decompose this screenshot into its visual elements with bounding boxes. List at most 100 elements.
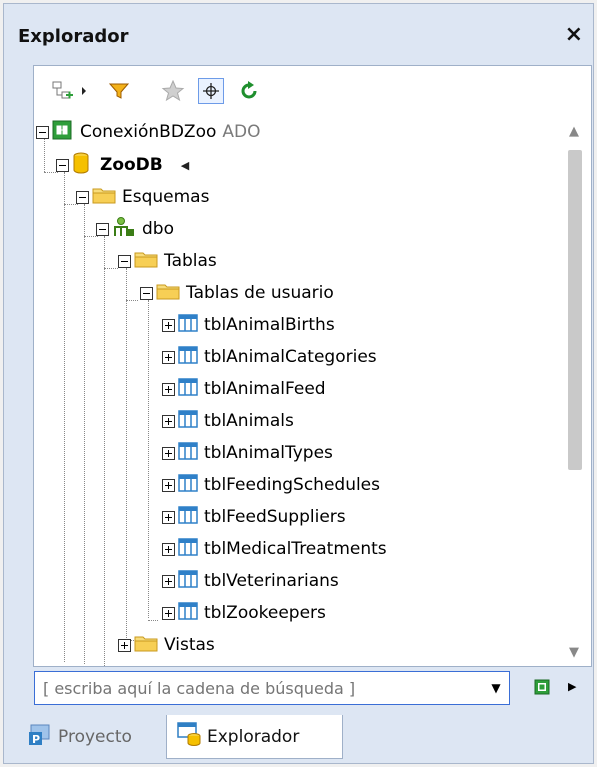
table-label: tblZookeepers — [204, 603, 326, 623]
search-dropdown-icon[interactable]: ▼ — [485, 675, 507, 701]
table-icon — [178, 313, 198, 338]
table-row[interactable]: tblFeedingSchedules — [162, 471, 380, 499]
expand-toggle[interactable] — [162, 574, 175, 588]
table-row[interactable]: tblAnimalTypes — [162, 439, 333, 467]
schema-label: dbo — [142, 219, 174, 239]
expand-toggle[interactable] — [162, 542, 175, 556]
table-label: tblVeterinarians — [204, 571, 339, 591]
table-label: tblFeedingSchedules — [204, 475, 381, 495]
table-row[interactable]: tblVeterinarians — [162, 567, 339, 595]
search-input[interactable] — [34, 671, 510, 705]
table-label: tblAnimalBirths — [204, 315, 335, 335]
explorer-window: Explorador × ConexiónBDZoo ADO ZooDB ◀ E… — [0, 0, 597, 767]
collapse-toggle[interactable] — [118, 254, 131, 268]
table-label: tblFeedSuppliers — [204, 507, 346, 527]
database-label: ZooDB — [100, 155, 163, 175]
tab-project[interactable]: P Proyecto — [28, 717, 132, 757]
panel-titlebar: Explorador × — [4, 4, 593, 64]
tab-explorer-label: Explorador — [207, 726, 300, 747]
search-bar: ▼ ▶ — [33, 667, 592, 711]
scroll-up-arrow-icon[interactable]: ▲ — [569, 124, 579, 139]
table-row[interactable]: tblFeedSuppliers — [162, 503, 346, 531]
tab-project-label: Proyecto — [58, 727, 132, 747]
connection-type: ADO — [222, 122, 261, 142]
table-icon — [178, 569, 198, 594]
folder-icon — [92, 185, 116, 210]
tab-explorer[interactable]: Explorador — [166, 715, 343, 759]
tree-node-tables[interactable]: Tablas — [118, 247, 217, 275]
svg-text:P: P — [32, 733, 40, 746]
favorite-star-icon[interactable] — [160, 78, 186, 104]
table-icon — [178, 473, 198, 498]
table-row[interactable]: tblAnimals — [162, 407, 294, 435]
expand-toggle[interactable] — [162, 606, 175, 620]
tree-node-user-tables[interactable]: Tablas de usuario — [140, 279, 334, 307]
table-label: tblAnimalTypes — [204, 443, 333, 463]
table-icon — [178, 377, 198, 402]
expand-toggle[interactable] — [162, 350, 175, 364]
database-tree: ConexiónBDZoo ADO ZooDB ◀ Esquemas dbo T… — [34, 118, 560, 666]
folder-icon — [156, 281, 180, 306]
collapse-toggle[interactable] — [56, 158, 69, 172]
connection-icon — [52, 120, 72, 145]
filter-icon[interactable] — [106, 78, 132, 104]
tables-label: Tablas — [164, 251, 217, 271]
tree-node-database[interactable]: ZooDB ◀ — [56, 151, 189, 179]
refresh-icon[interactable] — [236, 78, 262, 104]
user-tables-label: Tablas de usuario — [186, 283, 334, 303]
tree-node-schema-dbo[interactable]: dbo — [96, 215, 174, 243]
table-icon — [178, 601, 198, 626]
vertical-scrollbar[interactable]: ▲ ▼ — [561, 118, 589, 666]
views-label: Vistas — [164, 635, 215, 655]
scroll-down-arrow-icon[interactable]: ▼ — [569, 645, 579, 660]
explorer-icon — [177, 722, 207, 751]
collapse-toggle[interactable] — [76, 190, 89, 204]
collapse-toggle[interactable] — [36, 125, 49, 139]
expand-toggle[interactable] — [162, 382, 175, 396]
database-menu-arrow-icon[interactable]: ◀ — [181, 159, 189, 172]
close-button[interactable]: × — [565, 22, 583, 47]
table-label: tblAnimals — [204, 411, 294, 431]
table-icon — [178, 537, 198, 562]
toolbar — [34, 66, 591, 114]
expand-toggle[interactable] — [162, 414, 175, 428]
table-label: tblAnimalFeed — [204, 379, 326, 399]
collapse-toggle[interactable] — [96, 222, 109, 236]
expand-toggle[interactable] — [162, 510, 175, 524]
table-icon — [178, 441, 198, 466]
table-icon — [178, 409, 198, 434]
schema-user-icon — [112, 216, 136, 243]
tree-node-connection[interactable]: ConexiónBDZoo ADO — [36, 118, 260, 146]
expand-toggle[interactable] — [162, 318, 175, 332]
table-row[interactable]: tblAnimalCategories — [162, 343, 377, 371]
table-row[interactable]: tblZookeepers — [162, 599, 326, 627]
expand-toggle[interactable] — [118, 638, 131, 652]
schemas-label: Esquemas — [122, 187, 210, 207]
expand-toggle[interactable] — [162, 446, 175, 460]
folder-icon — [134, 249, 158, 274]
tree-node-views[interactable]: Vistas — [118, 631, 215, 659]
table-label: tblMedicalTreatments — [204, 539, 387, 559]
locate-icon[interactable] — [198, 78, 224, 104]
table-row[interactable]: tblAnimalFeed — [162, 375, 326, 403]
panel-title: Explorador — [18, 26, 129, 47]
table-row[interactable]: tblMedicalTreatments — [162, 535, 387, 563]
folder-icon — [134, 633, 158, 658]
table-row[interactable]: tblAnimalBirths — [162, 311, 335, 339]
search-options-icon[interactable] — [534, 679, 550, 695]
table-icon — [178, 505, 198, 530]
table-icon — [178, 345, 198, 370]
explorer-content: ConexiónBDZoo ADO ZooDB ◀ Esquemas dbo T… — [33, 65, 592, 667]
tree-node-schemas[interactable]: Esquemas — [76, 183, 209, 211]
database-icon — [72, 152, 90, 179]
table-label: tblAnimalCategories — [204, 347, 377, 367]
project-icon: P — [28, 724, 58, 751]
dropdown-arrow-icon[interactable] — [78, 78, 90, 104]
explorer-pane: Explorador × ConexiónBDZoo ADO ZooDB ◀ E… — [3, 3, 594, 764]
bottom-tabs: P Proyecto Explorador — [4, 711, 593, 763]
search-options-arrow-icon[interactable]: ▶ — [568, 680, 576, 693]
collapse-toggle[interactable] — [140, 286, 153, 300]
expand-toggle[interactable] — [162, 478, 175, 492]
add-connection-icon[interactable] — [50, 78, 76, 104]
scrollbar-thumb[interactable] — [568, 150, 582, 470]
